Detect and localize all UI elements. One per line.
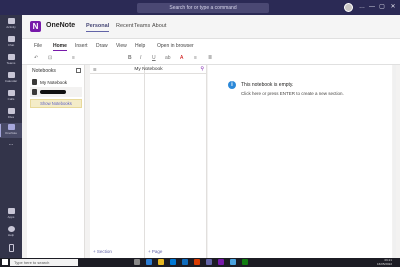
- rail-item-onenote[interactable]: OneNote: [0, 123, 22, 138]
- device-icon[interactable]: [0, 241, 22, 256]
- rail-item-activity[interactable]: Activity: [0, 17, 22, 32]
- notebook-name-header: ☰ My Notebook ⚲: [90, 65, 207, 74]
- add-section-button[interactable]: + Section: [93, 249, 112, 254]
- sections-list-icon[interactable]: ☰: [93, 67, 97, 72]
- bold-button[interactable]: B: [128, 55, 132, 61]
- tab-teams[interactable]: Teams: [134, 23, 150, 29]
- notebook-icon: [32, 89, 37, 95]
- clipboard-icon[interactable]: ⊡: [48, 55, 52, 61]
- excel-taskbar-icon[interactable]: [242, 259, 248, 265]
- notebook-item[interactable]: My Notebook: [30, 77, 82, 87]
- title-bar: Search for or type a command … — ▢ ✕: [0, 0, 400, 15]
- bullets-icon[interactable]: ≡: [194, 55, 197, 61]
- store-icon[interactable]: [170, 259, 176, 265]
- info-icon: i: [228, 81, 236, 89]
- empty-notebook-title: This notebook is empty.: [241, 82, 294, 88]
- app-title: OneNote: [46, 22, 76, 29]
- app-header: N OneNote Personal Recent Teams About: [22, 15, 400, 39]
- ribbon-tab-insert[interactable]: Insert: [75, 43, 88, 49]
- tab-recent[interactable]: Recent: [116, 23, 133, 29]
- rail-item-help[interactable]: Help: [0, 225, 22, 240]
- notebook-icon: [32, 79, 37, 85]
- rail-item-teams[interactable]: Teams: [0, 53, 22, 68]
- app-rail: Activity Chat Teams Calendar Calls Files…: [0, 15, 22, 258]
- minimize-icon[interactable]: —: [368, 3, 376, 11]
- ribbon: File Home Insert Draw View Help Open in …: [22, 39, 400, 65]
- task-view-icon[interactable]: [134, 259, 140, 265]
- help-icon: [7, 226, 15, 232]
- rail-item-calls[interactable]: Calls: [0, 89, 22, 104]
- page-canvas[interactable]: i This notebook is empty. Click here or …: [208, 65, 392, 258]
- redacted-notebook-name: [40, 90, 66, 94]
- teams-icon: [7, 54, 15, 60]
- italic-button[interactable]: I: [140, 55, 141, 61]
- format-icon[interactable]: ≡: [72, 55, 75, 61]
- teams-taskbar-icon[interactable]: [206, 259, 212, 265]
- font-color-icon[interactable]: A: [180, 55, 183, 61]
- office-icon[interactable]: [194, 259, 200, 265]
- avatar[interactable]: [344, 3, 353, 12]
- create-section-hint[interactable]: Click here or press ENTER to create a ne…: [241, 91, 344, 96]
- ribbon-tab-help[interactable]: Help: [135, 43, 145, 49]
- calls-icon: [7, 90, 15, 96]
- sections-pane: [90, 65, 145, 258]
- clock[interactable]: 09:21 16/05/2022: [377, 258, 392, 266]
- files-icon: [7, 108, 15, 114]
- tab-about[interactable]: About: [152, 23, 166, 29]
- file-explorer-icon[interactable]: [158, 259, 164, 265]
- windows-taskbar: Type here to search 09:21 16/05/2022: [0, 258, 400, 267]
- onenote-logo-icon: N: [30, 21, 41, 32]
- notebooks-pane: Notebooks My Notebook Show Notebooks: [27, 65, 85, 258]
- rail-item-calendar[interactable]: Calendar: [0, 71, 22, 86]
- search-icon[interactable]: ⚲: [200, 66, 204, 72]
- pane-collapse-icon[interactable]: [76, 68, 81, 73]
- app-taskbar-icon[interactable]: [230, 259, 236, 265]
- close-icon[interactable]: ✕: [389, 3, 397, 11]
- add-page-button[interactable]: + Page: [148, 249, 162, 254]
- numbering-icon[interactable]: ≣: [208, 55, 212, 61]
- mail-icon[interactable]: [182, 259, 188, 265]
- rail-item-chat[interactable]: Chat: [0, 35, 22, 50]
- show-notebooks-button[interactable]: Show Notebooks: [30, 99, 82, 108]
- notebook-item-redacted[interactable]: [30, 87, 82, 97]
- scrollbar[interactable]: [393, 65, 396, 258]
- tab-personal[interactable]: Personal: [86, 23, 110, 32]
- underline-button[interactable]: U: [152, 55, 156, 61]
- windows-start-icon[interactable]: [2, 259, 8, 265]
- maximize-icon[interactable]: ▢: [378, 3, 386, 11]
- undo-icon[interactable]: ↶: [34, 55, 38, 61]
- more-icon: ...: [8, 141, 14, 147]
- more-options-icon[interactable]: …: [358, 3, 366, 11]
- rail-item-files[interactable]: Files: [0, 107, 22, 122]
- open-in-browser-button[interactable]: Open in browser: [157, 43, 194, 49]
- ribbon-tab-draw[interactable]: Draw: [96, 43, 108, 49]
- calendar-icon: [7, 72, 15, 78]
- rail-item-more[interactable]: ...: [0, 139, 22, 154]
- ribbon-tab-home[interactable]: Home: [53, 43, 67, 51]
- chat-icon: [7, 36, 15, 42]
- apps-icon: [7, 208, 15, 214]
- notebooks-header: Notebooks: [32, 68, 56, 74]
- rail-item-apps[interactable]: Apps: [0, 207, 22, 222]
- highlight-icon[interactable]: ab: [165, 55, 171, 61]
- ribbon-tab-file[interactable]: File: [34, 43, 42, 49]
- activity-icon: [7, 18, 15, 24]
- onenote-taskbar-icon[interactable]: [218, 259, 224, 265]
- ribbon-tab-view[interactable]: View: [116, 43, 127, 49]
- edge-icon[interactable]: [146, 259, 152, 265]
- onenote-icon: [7, 124, 15, 130]
- taskbar-search-input[interactable]: Type here to search: [10, 259, 78, 266]
- search-input[interactable]: Search for or type a command: [137, 3, 269, 13]
- pages-pane: [145, 65, 207, 258]
